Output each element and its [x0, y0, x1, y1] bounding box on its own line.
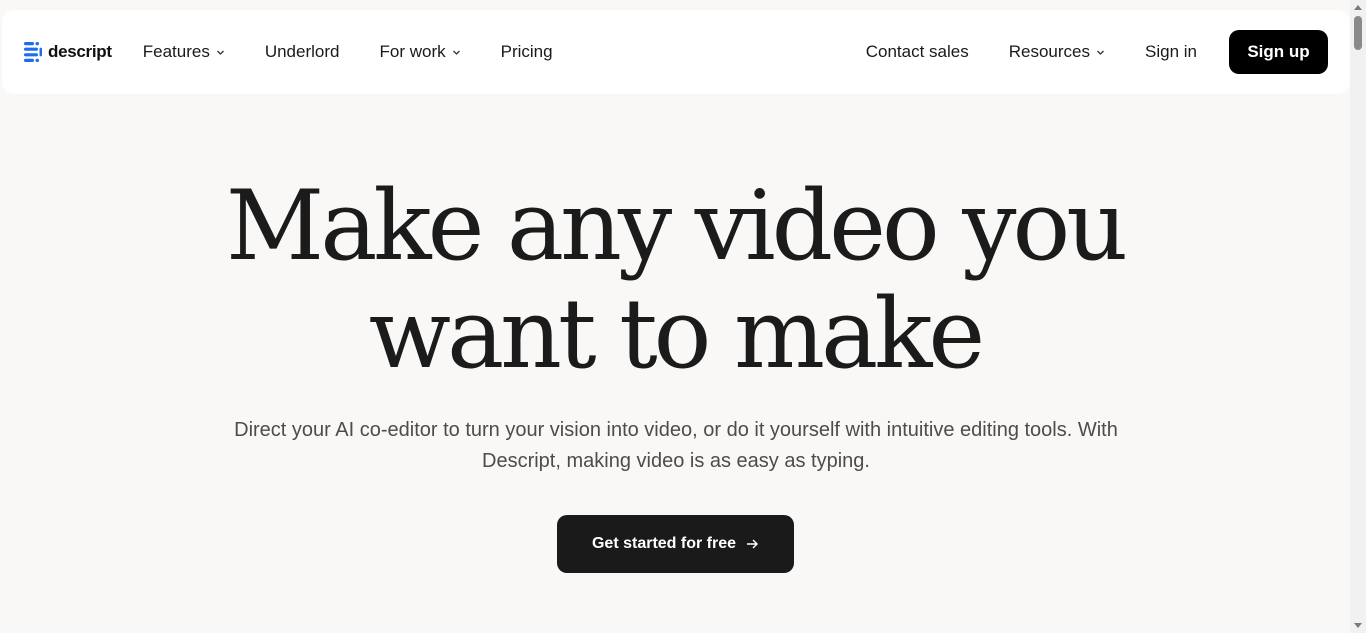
brand-name: descript	[48, 42, 112, 61]
page: descript Features Underlord For work Pri…	[0, 0, 1366, 633]
nav-contact-sales-label: Contact sales	[865, 42, 969, 61]
nav-pricing-label: Pricing	[500, 42, 553, 61]
scroll-down-arrow-icon[interactable]	[1354, 623, 1362, 628]
nav-pricing[interactable]: Pricing	[501, 42, 553, 62]
nav-resources-label: Resources	[1008, 42, 1091, 61]
secondary-nav: Contact sales Resources Sign in Sign up	[866, 30, 1328, 74]
nav-for-work-label: For work	[379, 42, 446, 61]
nav-underlord-label: Underlord	[264, 42, 340, 61]
descript-logo-icon	[24, 42, 42, 62]
nav-features[interactable]: Features	[143, 42, 225, 62]
arrow-right-icon	[746, 538, 759, 550]
nav-resources[interactable]: Resources	[1009, 42, 1105, 62]
sign-in-label: Sign in	[1145, 42, 1197, 61]
nav-features-label: Features	[142, 42, 210, 61]
primary-nav: Features Underlord For work Pricing	[143, 42, 593, 62]
chevron-down-icon	[1096, 48, 1105, 57]
hero-title-line-1: Make any video you	[225, 170, 1128, 282]
nav-for-work[interactable]: For work	[379, 42, 460, 62]
scrollbar-thumb[interactable]	[1354, 16, 1362, 50]
hero-subtitle: Direct your AI co-editor to turn your vi…	[234, 419, 1118, 472]
nav-underlord[interactable]: Underlord	[265, 42, 340, 62]
nav-contact-sales[interactable]: Contact sales	[866, 42, 969, 62]
hero-title-line-2: want to make	[368, 278, 985, 390]
get-started-button[interactable]: Get started for free	[557, 515, 794, 573]
page-scrollbar[interactable]	[1350, 0, 1366, 633]
top-nav-bar: descript Features Underlord For work Pri…	[2, 10, 1350, 94]
sign-up-button[interactable]: Sign up	[1229, 30, 1328, 74]
chevron-down-icon	[216, 48, 225, 57]
get-started-label: Get started for free	[591, 535, 737, 552]
sign-in-link[interactable]: Sign in	[1145, 42, 1197, 62]
hero-title: Make any video you want to make	[0, 172, 1350, 388]
chevron-down-icon	[452, 48, 461, 57]
brand-logo[interactable]: descript	[24, 42, 112, 62]
scroll-up-arrow-icon[interactable]	[1354, 5, 1362, 10]
